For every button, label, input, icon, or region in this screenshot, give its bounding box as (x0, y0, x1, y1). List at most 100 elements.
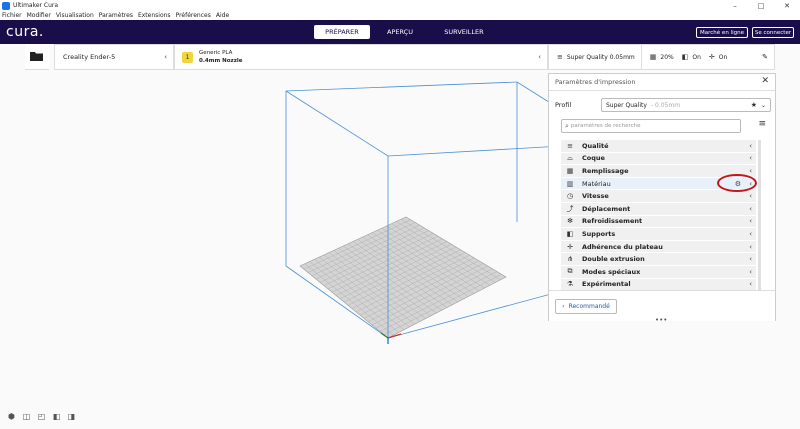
category-modes-speciaux[interactable]: ⧉ Modes spéciaux ‹ (561, 265, 756, 279)
infill-value: 20% (660, 53, 674, 61)
category-label: Expérimental (582, 280, 631, 289)
open-file-button[interactable] (25, 44, 49, 70)
search-placeholder: paramètres de recherche (570, 123, 641, 129)
menu-parametres[interactable]: Paramètres (99, 12, 133, 19)
profile-row: Profil Super Quality - 0.05mm ★ ⌄ (555, 98, 771, 112)
category-label: Déplacement (582, 204, 631, 213)
category-deplacement[interactable]: ⤴ Déplacement ‹ (561, 202, 756, 216)
tab-preparer[interactable]: PRÉPARER (314, 25, 370, 39)
menu-aide[interactable]: Aide (216, 12, 229, 19)
support-icon: ◧ (681, 53, 689, 61)
infill-icon: ▦ (566, 166, 574, 175)
menu-preferences[interactable]: Préférences (176, 12, 211, 19)
material-icon: ▥ (566, 179, 574, 188)
window-controls: – □ ✕ (722, 0, 800, 11)
chevron-left-icon: ‹ (749, 255, 752, 264)
chevron-left-icon: ‹ (749, 217, 752, 226)
category-label: Matériau (582, 179, 611, 188)
chevron-left-icon: ‹ (749, 141, 752, 150)
quality-value: Super Quality 0.05mm (566, 53, 635, 61)
category-refroidissement[interactable]: ✻ Refroidissement ‹ (561, 215, 756, 229)
chevron-left-icon: ‹ (562, 303, 565, 310)
chevron-left-icon: ‹ (749, 166, 752, 175)
view-orientation-controls: ⬢ ◫ ◰ ◧ ◨ (7, 412, 82, 421)
material-name: Generic PLA (199, 50, 233, 56)
nozzle-size: 0.4mm Nozzle (199, 58, 243, 64)
printer-selector[interactable]: Creality Ender-5 ‹ (54, 44, 174, 70)
right-view-icon[interactable]: ◨ (67, 412, 76, 421)
settings-scrollbar[interactable] (758, 140, 761, 300)
pencil-icon[interactable]: ✎ (762, 53, 768, 61)
profile-layer-height: - 0.05mm (650, 101, 681, 109)
star-icon: ★ (750, 101, 757, 109)
title-bar: Ultimaker Cura – □ ✕ (0, 0, 800, 11)
marketplace-button[interactable]: Marché en ligne (696, 27, 748, 38)
divider (640, 44, 642, 70)
experimental-icon: ⚗ (566, 280, 574, 289)
chevron-left-icon: ‹ (749, 154, 752, 163)
menu-modifier[interactable]: Modifier (27, 12, 51, 19)
profile-value: Super Quality (606, 101, 647, 109)
front-view-icon[interactable]: ◫ (22, 412, 31, 421)
support-value: On (692, 53, 701, 61)
tab-apercu[interactable]: APERÇU (372, 25, 428, 39)
category-label: Vitesse (582, 192, 609, 201)
quality-summary: ≡ Super Quality 0.05mm (557, 53, 635, 61)
travel-icon: ⤴ (566, 204, 574, 213)
tab-surveiller[interactable]: SURVEILLER (430, 25, 498, 39)
category-label: Remplissage (582, 166, 629, 175)
stage-tabs: PRÉPARER APERÇU SURVEILLER (314, 25, 500, 39)
adhesion-value: On (718, 53, 728, 61)
category-label: Adhérence du plateau (582, 242, 663, 251)
print-settings-panel: Paramètres d'impression ✕ Profil Super Q… (548, 73, 776, 321)
close-window-button[interactable]: ✕ (774, 0, 800, 11)
chevron-left-icon: ‹ (749, 267, 752, 276)
category-label: Coque (582, 154, 605, 163)
profile-dropdown[interactable]: Super Quality - 0.05mm ★ ⌄ (601, 98, 771, 112)
settings-search-input[interactable]: ⌕ paramètres de recherche (561, 119, 741, 133)
category-label: Modes spéciaux (582, 267, 641, 276)
folder-icon (30, 52, 43, 61)
chevron-left-icon: ‹ (749, 192, 752, 201)
category-label: Qualité (582, 141, 609, 150)
chevron-left-icon: ‹ (749, 242, 752, 251)
signin-button[interactable]: Se connecter (752, 27, 794, 38)
chevron-left-icon: ‹ (749, 229, 752, 238)
maximize-button[interactable]: □ (748, 0, 774, 11)
hamburger-menu-icon[interactable]: ≡ (758, 119, 766, 129)
category-vitesse[interactable]: ◷ Vitesse ‹ (561, 190, 756, 203)
menu-extensions[interactable]: Extensions (138, 12, 171, 19)
category-qualite[interactable]: ≡ Qualité ‹ (561, 140, 756, 153)
quality-icon: ≡ (557, 53, 563, 61)
recommended-button[interactable]: ‹ Recommandé (555, 299, 617, 314)
menu-visualisation[interactable]: Visualisation (56, 12, 94, 19)
menu-fichier[interactable]: Fichier (2, 12, 22, 19)
dual-extrusion-icon: ⋔ (567, 255, 573, 264)
special-modes-icon: ⧉ (567, 267, 573, 276)
extruder-badge-icon: 1 (182, 51, 193, 63)
top-view-icon[interactable]: ◰ (37, 412, 46, 421)
left-view-icon[interactable]: ◧ (52, 412, 61, 421)
category-coque[interactable]: ⌓ Coque ‹ (561, 152, 756, 166)
settings-category-list: ≡ Qualité ‹ ⌓ Coque ‹ ▦ Remplissage ‹ ▥ … (561, 140, 756, 292)
menu-bar: Fichier Modifier Visualisation Paramètre… (0, 11, 800, 20)
category-adherence[interactable]: ✛ Adhérence du plateau ‹ (561, 240, 756, 254)
close-icon[interactable]: ✕ (761, 76, 769, 86)
category-label: Supports (582, 229, 616, 238)
panel-header: Paramètres d'impression ✕ (549, 74, 775, 91)
print-settings-selector[interactable]: ≡ Super Quality 0.05mm ▦ 20% ◧ On ✛ On ✎ (548, 44, 775, 70)
category-supports[interactable]: ◧ Supports ‹ (561, 228, 756, 241)
material-info: Generic PLA 0.4mm Nozzle (199, 49, 243, 65)
chevron-left-icon: ‹ (749, 280, 752, 289)
cooling-icon: ✻ (567, 217, 573, 226)
material-selector[interactable]: 1 Generic PLA 0.4mm Nozzle ‹ (174, 44, 548, 70)
chevron-left-icon: ‹ (164, 53, 167, 61)
window-title: Ultimaker Cura (13, 2, 59, 9)
panel-resize-handle[interactable]: ••• (655, 316, 667, 324)
chevron-left-icon: ‹ (749, 204, 752, 213)
3d-view-icon[interactable]: ⬢ (7, 412, 16, 421)
category-label: Refroidissement (582, 217, 643, 226)
quality-icon: ≡ (567, 141, 573, 150)
minimize-button[interactable]: – (722, 0, 748, 11)
category-double-extrusion[interactable]: ⋔ Double extrusion ‹ (561, 253, 756, 266)
